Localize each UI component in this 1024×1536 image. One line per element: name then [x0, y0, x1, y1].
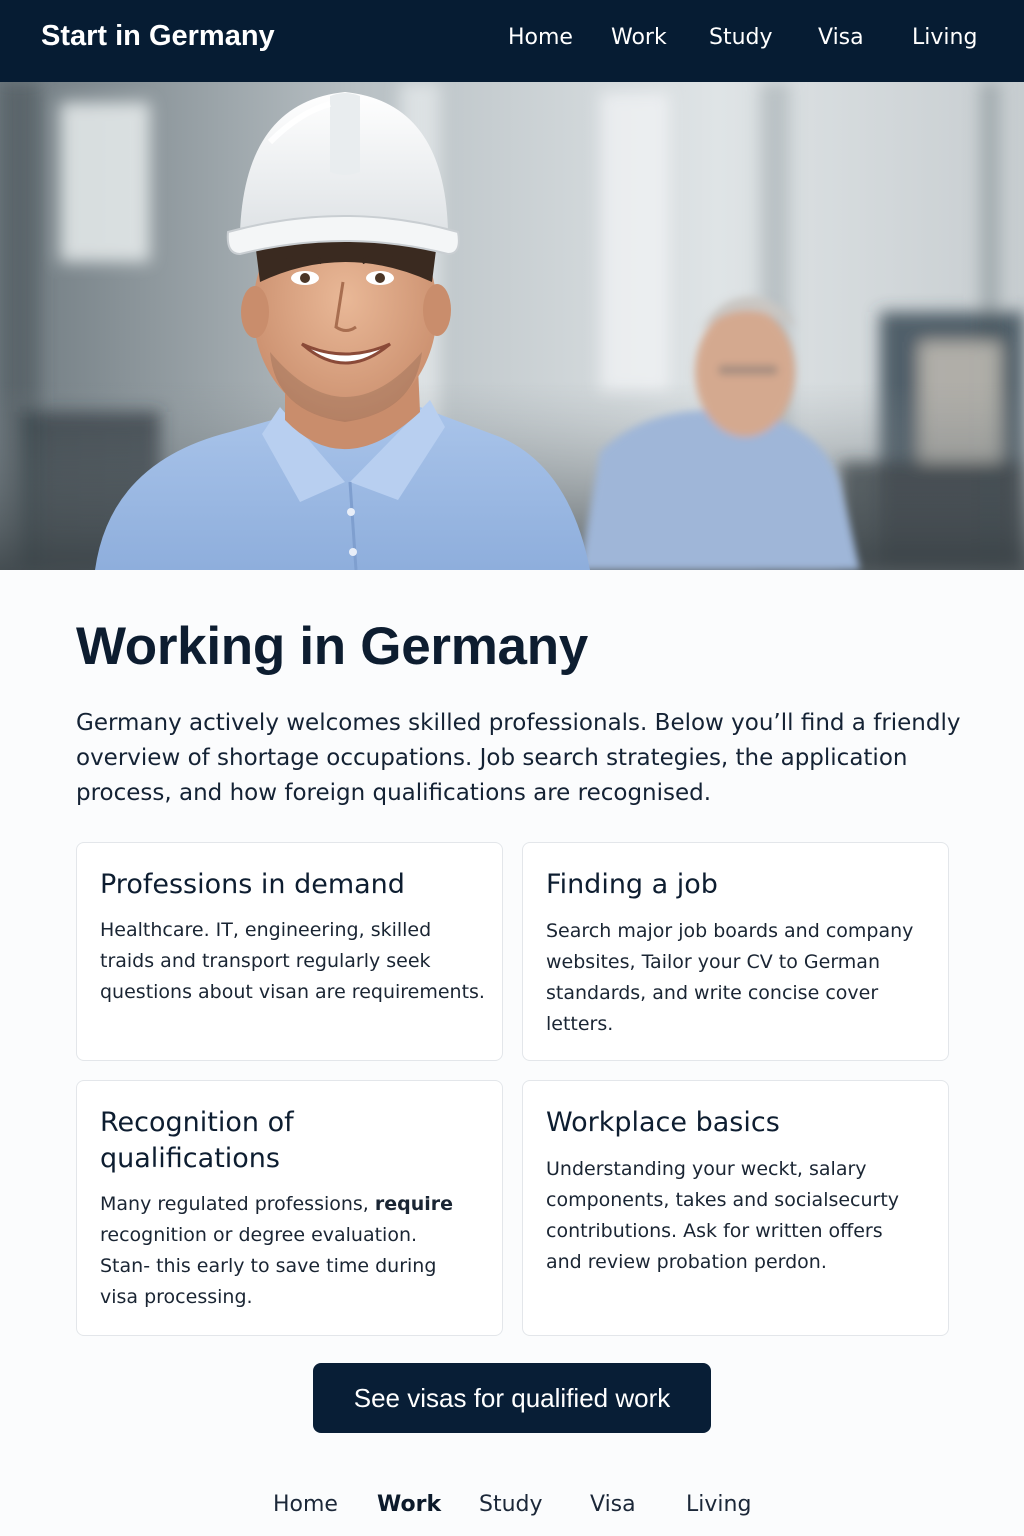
- card-title: Professions in demand: [100, 869, 405, 900]
- hero-image: [0, 82, 1024, 570]
- nav-link-home[interactable]: Home: [508, 25, 573, 50]
- top-navigation-bar: Start in Germany Home Work Study Visa Li…: [0, 0, 1024, 82]
- footer-nav-link-visa[interactable]: Visa: [590, 1492, 636, 1517]
- nav-link-living[interactable]: Living: [912, 25, 977, 50]
- card-title: Finding a job: [546, 869, 718, 900]
- footer-nav-link-living[interactable]: Living: [686, 1492, 751, 1517]
- footer-nav-link-home[interactable]: Home: [273, 1492, 338, 1517]
- intro-paragraph: Germany actively welcomes skilled profes…: [76, 710, 961, 806]
- card-title: Recognition of qualifications: [100, 1107, 294, 1174]
- page-title: Working in Germany: [76, 617, 588, 676]
- footer-nav-link-study[interactable]: Study: [479, 1492, 543, 1517]
- nav-link-work[interactable]: Work: [611, 25, 667, 50]
- card-finding-a-job: Finding a job Search major job boards an…: [522, 842, 949, 1061]
- card-body: Understanding your weckt, salary compone…: [546, 1158, 900, 1273]
- card-body-text-start: Many regulated professions,: [100, 1193, 375, 1215]
- hero-photo-illustration: [0, 82, 1024, 570]
- card-body-emphasis: require: [374, 1193, 454, 1215]
- card-title: Workplace basics: [546, 1107, 780, 1138]
- see-visas-button[interactable]: See visas for qualified work: [313, 1363, 711, 1433]
- card-body: Healthcare. IT, engineering, skilled tra…: [100, 919, 485, 1003]
- card-body: Many regulated professions, require reco…: [100, 1189, 470, 1313]
- card-body: Search major job boards and company webs…: [546, 920, 914, 1035]
- site-logo-link[interactable]: Start in Germany: [41, 20, 275, 53]
- nav-link-visa[interactable]: Visa: [818, 25, 864, 50]
- card-professions-in-demand: Professions in demand Healthcare. IT, en…: [76, 842, 503, 1061]
- card-workplace-basics: Workplace basics Understanding your weck…: [522, 1080, 949, 1336]
- nav-link-study[interactable]: Study: [709, 25, 773, 50]
- card-body-text-end: recognition or degree evaluation. Stan- …: [100, 1224, 437, 1308]
- card-recognition-of-qualifications: Recognition of qualifications Many regul…: [76, 1080, 503, 1336]
- footer-nav-link-work[interactable]: Work: [377, 1492, 441, 1517]
